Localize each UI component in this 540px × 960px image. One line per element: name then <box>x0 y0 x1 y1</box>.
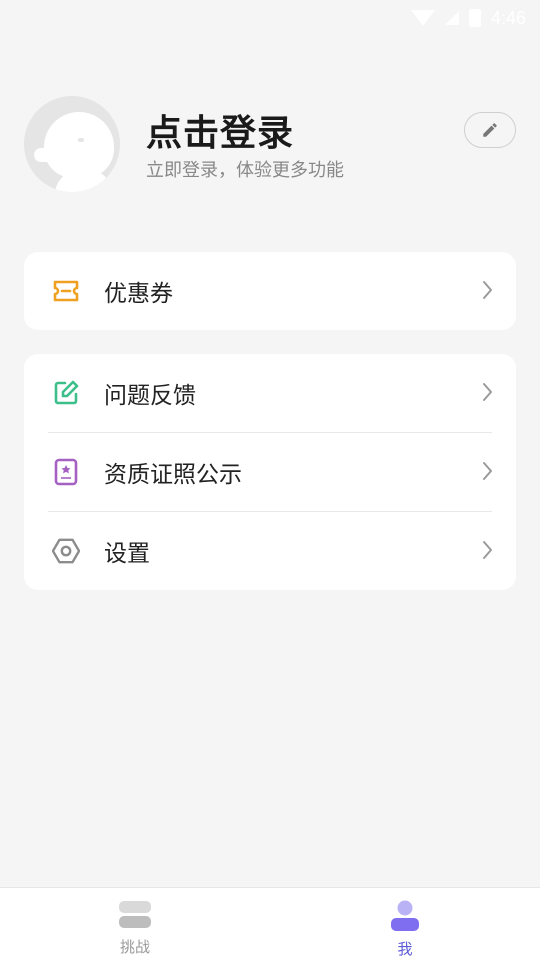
menu-item-coupon[interactable]: 优惠券 <box>24 252 516 330</box>
chevron-right-icon <box>482 460 494 486</box>
tab-challenge[interactable]: 挑战 <box>0 888 270 960</box>
menu-item-label: 问题反馈 <box>104 383 196 409</box>
challenge-icon <box>119 901 151 928</box>
avatar-eye-shape <box>78 138 84 142</box>
menu-card-general: 问题反馈 资质证照公示 设置 <box>24 354 516 590</box>
pencil-icon <box>483 123 497 137</box>
menu-item-label: 资质证照公示 <box>104 462 242 488</box>
settings-icon <box>52 537 80 565</box>
wifi-icon <box>410 10 435 26</box>
tab-label: 挑战 <box>119 938 150 956</box>
menu-item-label: 优惠券 <box>104 281 173 307</box>
bottom-tab-bar: 挑战 我 <box>0 887 540 960</box>
menu-item-settings[interactable]: 设置 <box>24 512 516 590</box>
menu-card-coupons: 优惠券 <box>24 252 516 330</box>
edit-feedback-icon <box>52 379 80 407</box>
tab-label: 我 <box>397 940 413 958</box>
battery-icon <box>468 9 481 27</box>
coupon-icon <box>52 277 80 305</box>
menu-item-certificates[interactable]: 资质证照公示 <box>24 433 516 511</box>
chevron-right-icon <box>482 539 494 565</box>
certificate-icon <box>52 458 80 486</box>
signal-icon <box>444 11 459 25</box>
status-time: 4:46 <box>490 7 526 28</box>
chevron-right-icon <box>482 381 494 407</box>
tab-me[interactable]: 我 <box>270 888 540 960</box>
avatar-beak-shape <box>34 148 74 162</box>
avatar-head-shape <box>44 112 114 178</box>
avatar[interactable] <box>24 96 120 192</box>
login-subtitle: 立即登录，体验更多功能 <box>146 160 344 181</box>
status-bar: 4:46 <box>0 0 540 36</box>
menu-item-label: 设置 <box>104 541 150 567</box>
profile-header[interactable]: 点击登录 立即登录，体验更多功能 <box>24 96 516 192</box>
profile-icon <box>391 900 419 931</box>
login-title[interactable]: 点击登录 <box>146 104 294 156</box>
edit-profile-button[interactable] <box>464 112 516 148</box>
chevron-right-icon <box>482 279 494 305</box>
menu-item-feedback[interactable]: 问题反馈 <box>24 354 516 432</box>
